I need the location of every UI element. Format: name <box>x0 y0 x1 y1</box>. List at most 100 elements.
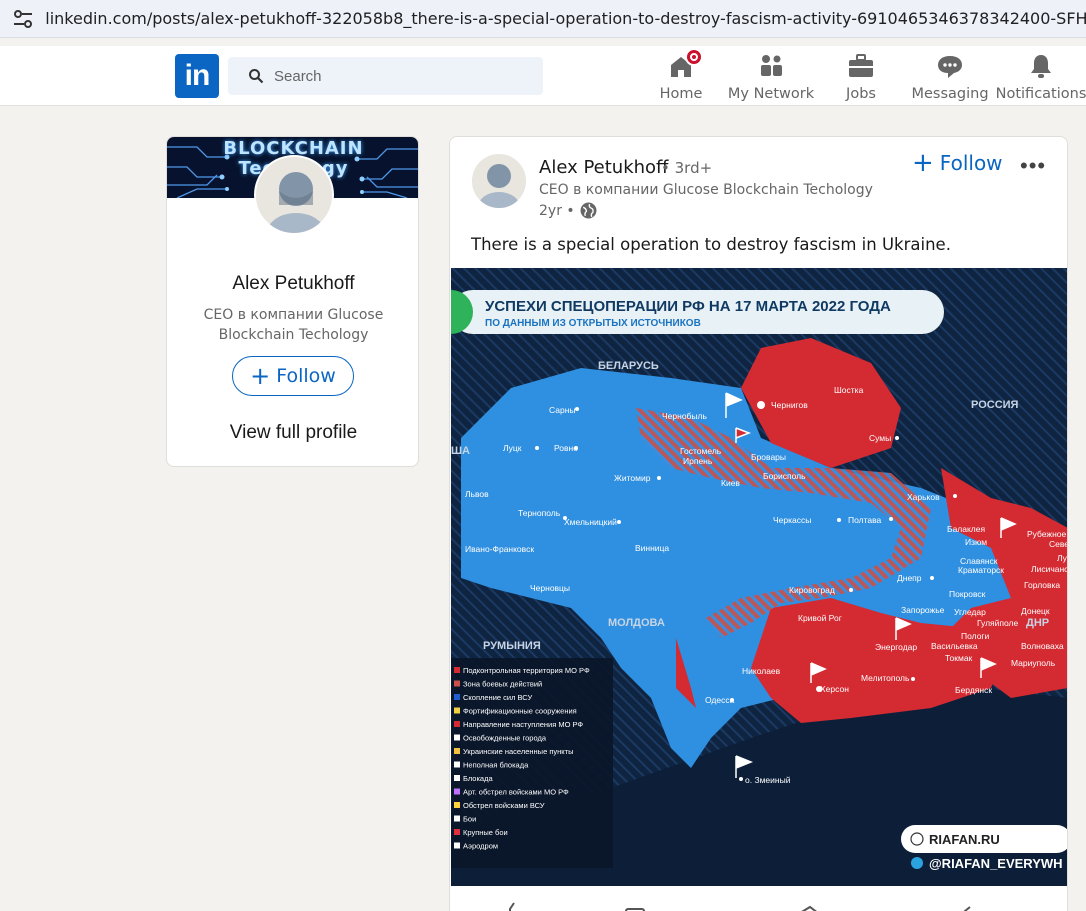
city-khmelnitsky: Хмельницкий <box>564 517 617 527</box>
linkedin-logo[interactable]: in <box>175 54 219 98</box>
post-time-label: 2yr • <box>539 202 575 219</box>
city-rubezhnoe: Рубежное <box>1027 529 1067 539</box>
region-label-dnr: ДНР <box>1026 617 1049 629</box>
legend-item: Подконтрольная территория МО РФ <box>463 666 590 675</box>
nav-jobs[interactable]: Jobs <box>838 50 884 102</box>
city-gostomel: Гостомель <box>680 446 722 456</box>
city-kharkov: Харьков <box>907 492 940 502</box>
bell-icon <box>1027 52 1055 80</box>
city-berdyansk: Бердянск <box>955 685 992 695</box>
city-brovary: Бровары <box>751 452 786 462</box>
post-author-name[interactable]: Alex Petukhoff <box>539 157 668 178</box>
city-gorlovka: Горловка <box>1024 580 1060 590</box>
top-nav: in Home My Network Jobs Messaging Notifi… <box>0 46 1086 106</box>
legend-item: Крупные бои <box>463 828 508 837</box>
city-balakleya: Балаклея <box>947 524 985 534</box>
profile-name[interactable]: Alex Petukhoff <box>167 273 418 295</box>
legend-swatch <box>454 761 460 768</box>
legend-swatch <box>454 707 460 714</box>
city-chernobyl: Чернобыль <box>662 411 707 421</box>
nav-my-network[interactable]: My Network <box>726 50 816 102</box>
legend-item: Освобожденные города <box>463 734 547 743</box>
legend-item: Аэродром <box>463 842 498 851</box>
legend-swatch <box>454 734 460 741</box>
legend-swatch <box>454 788 460 795</box>
city-lisichansk: Лисичанск <box>1031 564 1068 574</box>
more-options-icon[interactable]: ••• <box>1020 153 1046 179</box>
repost-icon[interactable] <box>800 905 818 911</box>
city-chernovtsy: Черновцы <box>530 583 570 593</box>
browser-address-bar: linkedin.com/posts/alex-petukhoff-322058… <box>0 0 1086 38</box>
person-icon <box>266 172 326 233</box>
follow-button[interactable]: + Follow <box>232 356 354 396</box>
post-image-map[interactable]: УСПЕХИ СПЕЦОПЕРАЦИИ РФ НА 17 МАРТА 2022 … <box>451 268 1068 886</box>
home-icon <box>667 48 703 80</box>
url-text[interactable]: linkedin.com/posts/alex-petukhoff-322058… <box>45 9 1086 28</box>
like-icon[interactable] <box>509 902 515 911</box>
source-text: RIAFAN.RU <box>929 832 1000 847</box>
city-kiev: Киев <box>721 478 740 488</box>
nav-notifications-label: Notifications <box>995 86 1086 102</box>
city-lvov: Львов <box>465 489 489 499</box>
post-author-avatar[interactable] <box>472 154 526 208</box>
city-sarny: Сарны <box>549 405 576 415</box>
city-tokmak: Токмак <box>945 653 973 663</box>
city-chernigov: Чернигов <box>771 400 808 410</box>
person-icon <box>478 164 520 208</box>
legend-item: Бои <box>463 815 476 824</box>
network-icon <box>757 52 785 80</box>
city-zaporozhe: Запорожье <box>901 605 945 615</box>
country-label-moldova: МОЛДОВА <box>608 617 665 629</box>
nav-jobs-label: Jobs <box>846 86 876 102</box>
send-icon[interactable] <box>960 906 971 911</box>
city-dnepr: Днепр <box>897 573 922 583</box>
search-input[interactable] <box>274 67 514 85</box>
legend-swatch <box>454 829 460 835</box>
briefcase-icon <box>847 52 875 80</box>
post-timestamp: 2yr • <box>539 202 597 219</box>
search-icon <box>249 69 264 84</box>
city-lutsk: Луцк <box>503 443 522 453</box>
city-sever: Севе <box>1049 539 1068 549</box>
legend-item: Неполная блокада <box>463 761 529 770</box>
post-follow-label: Follow <box>939 151 1003 175</box>
legend-swatch <box>454 748 460 754</box>
city-melitopol: Мелитополь <box>861 673 910 683</box>
search-bar[interactable] <box>228 57 543 95</box>
legend-item: Украинские населенные пункты <box>463 747 573 756</box>
telegram-icon <box>911 857 923 869</box>
legend-swatch <box>454 802 460 808</box>
view-full-profile-link[interactable]: View full profile <box>167 422 418 444</box>
city-krivoy-rog: Кривой Рог <box>798 613 842 623</box>
city-irpen: Ирпень <box>683 456 713 466</box>
legend-item: Направление наступления МО РФ <box>463 720 583 729</box>
globe-icon <box>580 202 597 219</box>
post-follow-button[interactable]: + Follow <box>912 150 1003 176</box>
legend-item: Скопление сил ВСУ <box>463 693 532 702</box>
city-vasilevka: Васильевка <box>931 641 978 651</box>
country-label-belarus: БЕЛАРУСЬ <box>598 360 659 372</box>
city-pologi: Пологи <box>961 631 990 641</box>
profile-headline: CEO в компании Glucose Blockchain Techol… <box>203 307 384 343</box>
city-shostka: Шостка <box>834 385 864 395</box>
legend-swatch <box>454 694 460 700</box>
country-label-romania: РУМЫНИЯ <box>483 640 541 652</box>
city-kramatorsk: Краматорск <box>958 565 1004 575</box>
city-mariupol: Мариуполь <box>1011 658 1056 668</box>
city-donetsk: Донецк <box>1021 606 1050 616</box>
legend-item: Фортификационные сооружения <box>463 707 577 716</box>
post-actions <box>509 902 971 911</box>
city-sumy: Сумы <box>869 433 891 443</box>
nav-home[interactable]: Home <box>658 48 704 102</box>
connection-degree: • 3rd+ <box>661 159 713 177</box>
site-settings-icon[interactable] <box>12 8 33 30</box>
nav-notifications[interactable]: Notifications <box>996 50 1086 102</box>
profile-avatar[interactable] <box>254 155 334 235</box>
city-zmeiny: о. Змеиный <box>745 775 791 785</box>
nav-messaging[interactable]: Messaging <box>910 50 990 102</box>
legend-swatch <box>454 775 460 781</box>
legend-swatch <box>454 842 460 849</box>
post-author-headline: CEO в компании Glucose Blockchain Techol… <box>539 182 873 198</box>
city-ternopol: Тернополь <box>518 508 561 518</box>
legend-swatch <box>454 815 460 822</box>
